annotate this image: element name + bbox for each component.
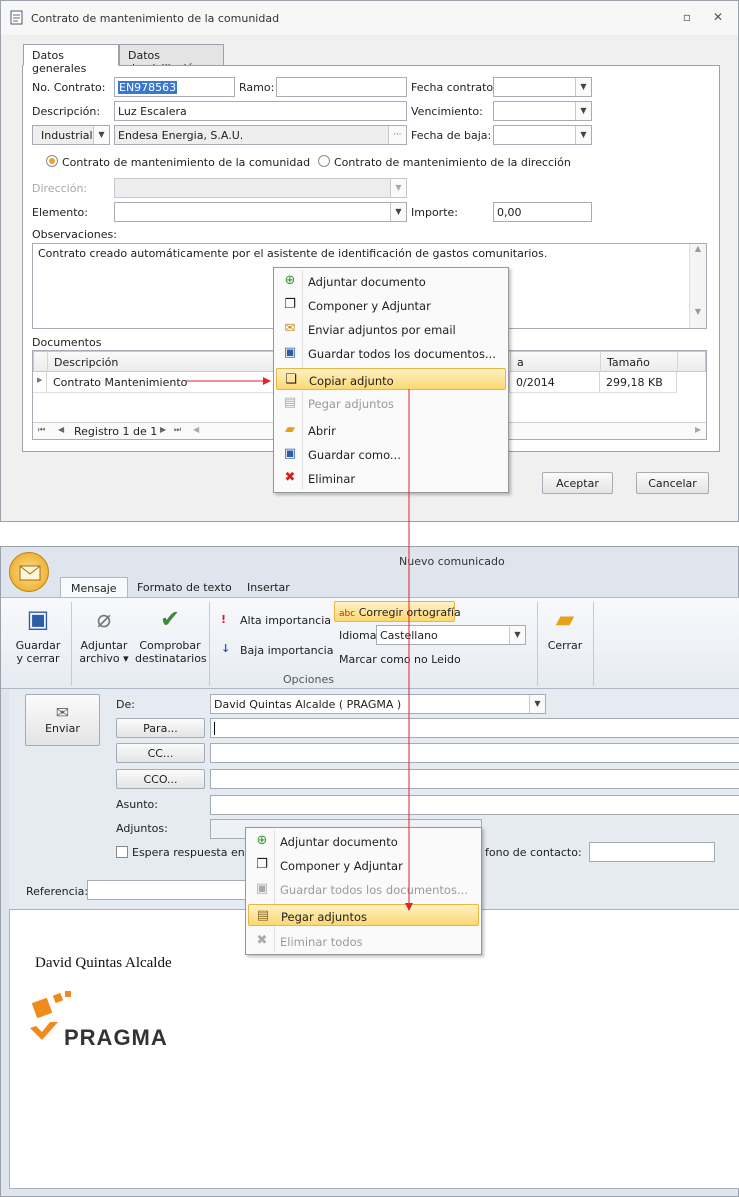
annotation-arrows	[186, 377, 413, 911]
tab-datos-generales[interactable]: Datos generales	[23, 44, 119, 75]
